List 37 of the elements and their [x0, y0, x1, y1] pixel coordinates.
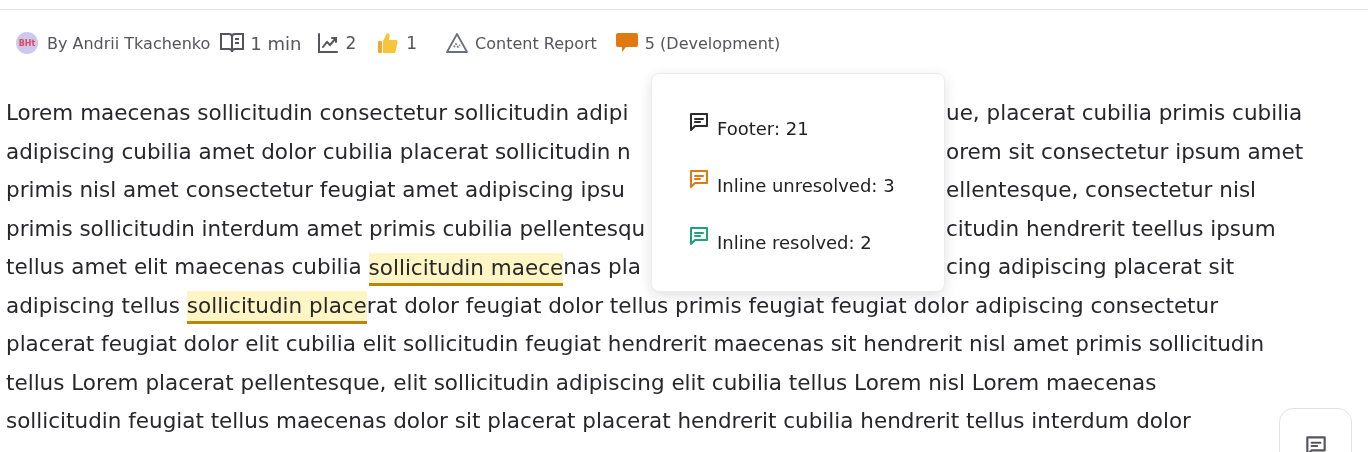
body-text: rat dolor feugiat dolor tellus primis feugiat feugiat dolor adipiscing consectetur [366, 291, 1218, 320]
comment-icon [687, 224, 711, 248]
avatar: BHt [16, 32, 38, 54]
body-text: tellus Lorem placerat pellentesque, elit sollicitudin adipiscing elit cubilia tellus Lorem nisl Lorem maecenas [6, 368, 1157, 397]
warning-triangle-icon [445, 32, 470, 54]
trend-chart-icon [317, 32, 340, 54]
body-text: cing adipiscing placerat sit [946, 253, 1236, 281]
body-text: sollicitudin feugiat tellus maecenas dolor sit placerat placerat hendrerit cubilia hendrerit tellus interdum dolor [6, 407, 1191, 435]
body-text: citudin hendrerit teellus ipsum [946, 214, 1277, 243]
body-text: adipiscing tellus [6, 291, 181, 320]
likes-count: 1 [406, 33, 418, 53]
comment-icon [687, 167, 711, 191]
thumbs-up-icon [376, 31, 401, 55]
book-icon [220, 32, 245, 54]
comment-stat: Footer: 21 [717, 118, 809, 139]
highlighted-text[interactable]: sollicitudin maece [368, 252, 564, 286]
highlighted-text[interactable]: sollicitudin place [186, 291, 367, 325]
body-text: ellentesque, consectetur nisl [946, 176, 1258, 204]
comment-stat: Inline resolved: 2 [717, 232, 872, 253]
body-text: placerat feugiat dolor elit cubilia elit sollicitudin feugiat hendrerit maecenas sit hendrerit nisl amet primis sollicitudin [6, 330, 1265, 358]
views-count: 2 [345, 33, 357, 53]
read-time: 1 min [250, 32, 302, 54]
comments-button[interactable] [1279, 408, 1352, 452]
body-text: nas pla [563, 253, 641, 281]
body-text: ue, placerat cubilia primis cubilia [946, 99, 1304, 127]
body-text: primis sollicitudin interdum amet primis cubilia pellentesqu [6, 214, 646, 243]
body-text: adipiscing cubilia amet dolor cubilia placerat sollicitudin n [6, 137, 631, 166]
body-text: primis nisl amet consectetur feugiat amet adipiscing ipsu [6, 176, 625, 204]
content-report-link[interactable]: Content Report [475, 33, 597, 53]
comment-icon [614, 32, 639, 54]
comment-icon [687, 110, 711, 134]
author-name: By Andrii Tkachenko [47, 33, 211, 53]
body-text: Lorem maecenas sollicitudin consectetur sollicitudin adipi [6, 99, 629, 127]
comment-stat: Inline unresolved: 3 [717, 175, 895, 196]
comments-count[interactable]: 5 (Development) [644, 33, 781, 53]
body-text: orem sit consectetur ipsum amet [946, 137, 1305, 166]
body-text: tellus amet elit maecenas cubilia [6, 253, 363, 281]
